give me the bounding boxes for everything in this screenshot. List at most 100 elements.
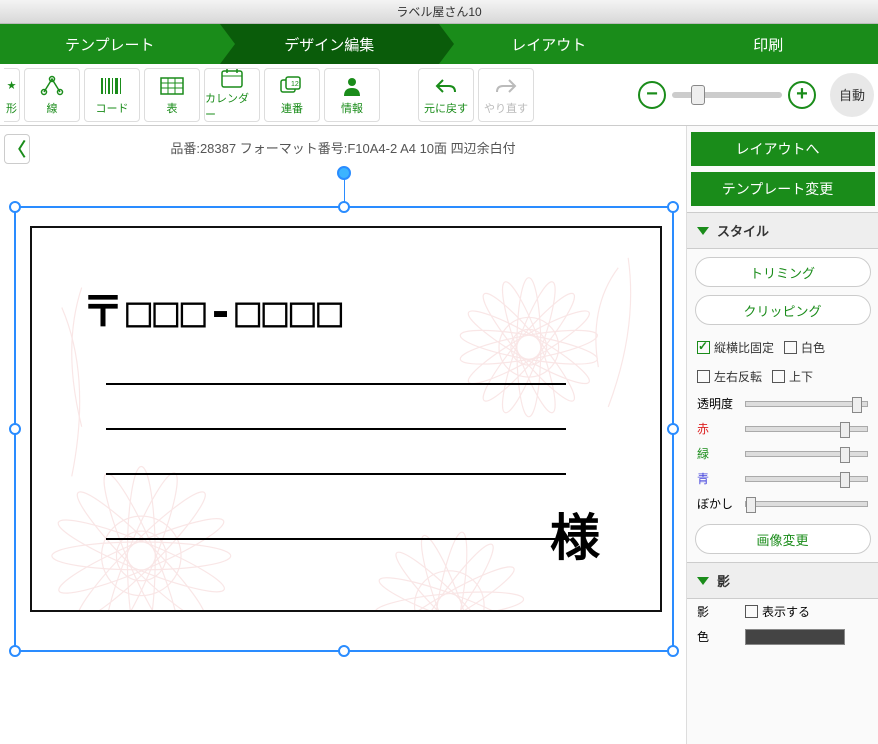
- opacity-slider[interactable]: [745, 401, 868, 407]
- address-line-1: [106, 383, 566, 385]
- change-image-button[interactable]: 画像変更: [695, 524, 871, 554]
- nav-tabs: テンプレート デザイン編集 レイアウト 印刷: [0, 24, 878, 64]
- tab-layout[interactable]: レイアウト: [439, 24, 659, 64]
- rotation-handle[interactable]: [337, 166, 351, 180]
- resize-handle-n[interactable]: [338, 201, 350, 213]
- tool-serial-button[interactable]: 12 連番: [264, 68, 320, 122]
- blur-slider-row: ぼかし: [687, 491, 878, 516]
- honorific-sama: 様: [550, 498, 600, 570]
- shadow-panel-header[interactable]: 影: [687, 562, 878, 599]
- opacity-label: 透明度: [697, 395, 739, 412]
- triangle-down-icon: [697, 577, 709, 585]
- tool-shape-button[interactable]: ★ 形: [4, 68, 20, 122]
- resize-handle-e[interactable]: [667, 423, 679, 435]
- table-icon: [160, 74, 184, 98]
- flip-h-checkbox[interactable]: 左右反転: [697, 368, 762, 385]
- undo-label: 元に戻す: [424, 100, 468, 116]
- flip-v-checkbox[interactable]: 上下: [772, 368, 813, 385]
- collapse-panel-button[interactable]: 〈: [4, 134, 30, 164]
- resize-handle-nw[interactable]: [9, 201, 21, 213]
- green-slider[interactable]: [745, 451, 868, 457]
- tool-label: 線: [47, 100, 58, 116]
- resize-handle-ne[interactable]: [667, 201, 679, 213]
- checkbox-on-icon: [697, 341, 710, 354]
- tool-code-button[interactable]: コード: [84, 68, 140, 122]
- selection-box[interactable]: 〒□□□-□□□□ 様: [14, 206, 674, 652]
- blue-slider-row: 青: [687, 466, 878, 491]
- redo-icon: [494, 74, 518, 98]
- clipping-button[interactable]: クリッピング: [695, 295, 871, 325]
- product-info: 品番:28387 フォーマット番号:F10A4-2 A4 10面 四辺余白付: [0, 126, 686, 157]
- checkbox-icon: [784, 341, 797, 354]
- chevron-left-icon: 〈: [8, 136, 26, 162]
- tool-table-button[interactable]: 表: [144, 68, 200, 122]
- to-layout-button[interactable]: レイアウトへ: [691, 132, 875, 166]
- checkbox-icon: [697, 370, 710, 383]
- shadow-label: 影: [697, 603, 739, 620]
- blur-label: ぼかし: [697, 495, 739, 512]
- trimming-button[interactable]: トリミング: [695, 257, 871, 287]
- barcode-icon: [100, 74, 124, 98]
- zoom-auto-button[interactable]: 自動: [830, 73, 874, 117]
- change-template-button[interactable]: テンプレート変更: [691, 172, 875, 206]
- aspect-lock-checkbox[interactable]: 縦横比固定: [697, 339, 774, 356]
- zoom-out-button[interactable]: −: [638, 81, 666, 109]
- tool-label: 表: [167, 100, 178, 116]
- tool-label: 連番: [281, 100, 303, 116]
- red-slider-row: 赤: [687, 416, 878, 441]
- star-icon: ★: [0, 74, 24, 98]
- red-slider[interactable]: [745, 426, 868, 432]
- resize-handle-sw[interactable]: [9, 645, 21, 657]
- tab-template[interactable]: テンプレート: [0, 24, 220, 64]
- postal-code-template: 〒□□□-□□□□: [82, 278, 344, 339]
- blue-slider[interactable]: [745, 476, 868, 482]
- checkbox-icon: [745, 605, 758, 618]
- zoom-slider[interactable]: [672, 92, 782, 98]
- name-line: [106, 538, 566, 540]
- tool-calendar-button[interactable]: カレンダー: [204, 68, 260, 122]
- resize-handle-s[interactable]: [338, 645, 350, 657]
- tool-label: コード: [96, 100, 129, 116]
- green-label: 緑: [697, 445, 739, 462]
- address-line-3: [106, 473, 566, 475]
- shadow-color-swatch[interactable]: [745, 629, 845, 645]
- window-titlebar: ラベル屋さん10: [0, 0, 878, 24]
- label-card[interactable]: 〒□□□-□□□□ 様: [30, 226, 662, 612]
- whitening-checkbox[interactable]: 白色: [784, 339, 825, 356]
- shadow-show-checkbox[interactable]: 表示する: [745, 603, 810, 620]
- svg-text:12: 12: [291, 81, 299, 88]
- tool-label: カレンダー: [205, 90, 259, 122]
- canvas-area[interactable]: 〈 品番:28387 フォーマット番号:F10A4-2 A4 10面 四辺余白付: [0, 126, 686, 744]
- address-line-2: [106, 428, 566, 430]
- tool-info-button[interactable]: 情報: [324, 68, 380, 122]
- tool-label: 形: [6, 100, 17, 116]
- serial-icon: 12: [280, 74, 304, 98]
- undo-icon: [434, 74, 458, 98]
- opacity-slider-row: 透明度: [687, 391, 878, 416]
- undo-button[interactable]: 元に戻す: [418, 68, 474, 122]
- tool-line-button[interactable]: 線: [24, 68, 80, 122]
- side-panel: レイアウトへ テンプレート変更 スタイル トリミング クリッピング 縦横比固定 …: [686, 126, 878, 744]
- shadow-header-label: 影: [717, 571, 730, 590]
- tab-print[interactable]: 印刷: [659, 24, 878, 64]
- style-panel-header[interactable]: スタイル: [687, 212, 878, 249]
- blue-label: 青: [697, 470, 739, 487]
- calendar-icon: [220, 68, 244, 88]
- green-slider-row: 緑: [687, 441, 878, 466]
- resize-handle-w[interactable]: [9, 423, 21, 435]
- checkbox-icon: [772, 370, 785, 383]
- red-label: 赤: [697, 420, 739, 437]
- zoom-controls: − +: [638, 81, 816, 109]
- tab-design-edit[interactable]: デザイン編集: [220, 24, 440, 64]
- line-icon: [40, 74, 64, 98]
- resize-handle-se[interactable]: [667, 645, 679, 657]
- tool-label: 情報: [341, 100, 363, 116]
- style-header-label: スタイル: [717, 221, 769, 240]
- zoom-in-button[interactable]: +: [788, 81, 816, 109]
- redo-button: やり直す: [478, 68, 534, 122]
- triangle-down-icon: [697, 227, 709, 235]
- person-icon: [340, 74, 364, 98]
- toolbar: ★ 形 線 コード 表 カレンダー 12 連番 情報 元に戻す やり直す − +…: [0, 64, 878, 126]
- redo-label: やり直す: [484, 100, 528, 116]
- blur-slider[interactable]: [745, 501, 868, 507]
